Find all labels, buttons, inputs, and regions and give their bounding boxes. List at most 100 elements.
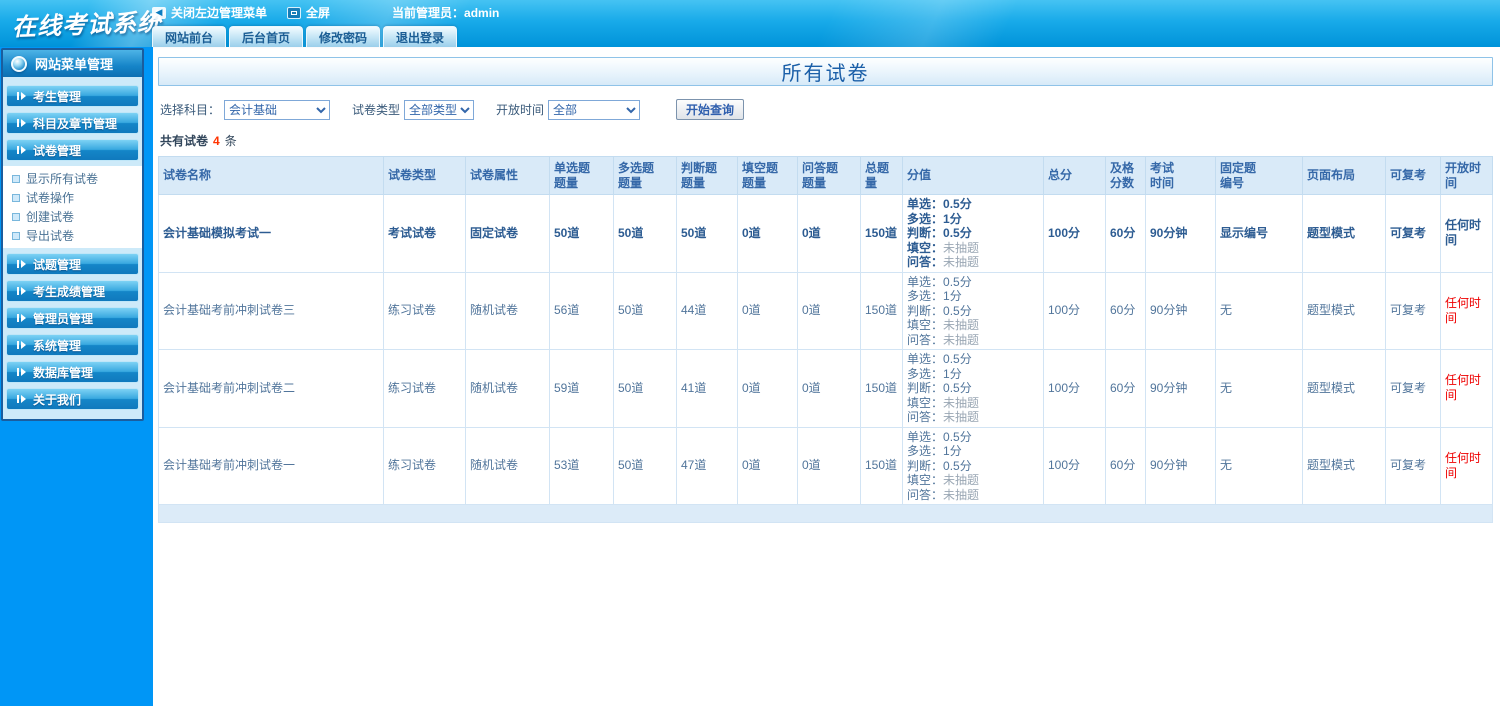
sidebar-subitem-5[interactable]: 创建试卷: [3, 207, 142, 226]
open-time-select[interactable]: 全部: [548, 99, 641, 120]
play-icon: [17, 119, 26, 127]
play-icon: [17, 395, 26, 403]
sidebar-subitem-6[interactable]: 导出试卷: [3, 226, 142, 245]
sidebar-menu-panel: 网站菜单管理 考生管理科目及章节管理试卷管理显示所有试卷试卷操作 创建试卷 导出试卷…: [1, 48, 144, 421]
cell-paper-name: 会计基础模拟考试一: [158, 194, 384, 273]
col-header-page-layout: 页面布局: [1302, 156, 1386, 195]
sidebar-item-label: 关于我们: [33, 392, 82, 407]
cell-paper-attr: 随机试卷: [465, 271, 550, 350]
tab-change-password[interactable]: 修改密码: [306, 26, 381, 47]
sidebar-item-label: 科目及章节管理: [33, 116, 118, 131]
cell-total-count: 150道: [860, 349, 903, 428]
cell-fixed-number: 无: [1215, 271, 1303, 350]
sidebar-item-12[interactable]: 关于我们: [6, 388, 139, 410]
cell-total-score: 100分: [1043, 349, 1106, 428]
sidebar-item-8[interactable]: 考生成绩管理: [6, 280, 139, 302]
cell-fixed-number: 无: [1215, 426, 1303, 505]
cell-multi-count: 50道: [613, 426, 677, 505]
square-icon: [12, 231, 20, 240]
sidebar-header: 网站菜单管理: [3, 50, 142, 77]
sidebar-subitem-4[interactable]: 试卷操作: [3, 188, 142, 207]
sidebar-item-9[interactable]: 管理员管理: [6, 307, 139, 329]
col-header-qa-count: 问答题 题量: [797, 156, 861, 195]
page-title-bar: 所有试卷: [158, 57, 1493, 86]
cell-total-score: 100分: [1043, 426, 1106, 505]
cell-paper-type: 练习试卷: [383, 271, 466, 350]
sidebar-items: 考生管理科目及章节管理试卷管理显示所有试卷试卷操作 创建试卷 导出试卷试题管理考生成…: [3, 77, 142, 419]
cell-single-count: 56道: [549, 271, 614, 350]
col-header-judge-count: 判断题 题量: [676, 156, 738, 195]
sidebar-item-label: 数据库管理: [33, 365, 94, 380]
fullscreen-icon: [287, 6, 302, 19]
sidebar-item-label: 系统管理: [33, 338, 82, 353]
table-row: 会计基础模拟考试一 考试试卷 固定试卷 50道 50道 50道 0道 0道 150道 单选：0.5…: [158, 194, 1493, 273]
app-logo: 在线考试系统: [11, 7, 163, 42]
cell-open-time: 任何时间: [1440, 194, 1493, 273]
sidebar-submenu: 显示所有试卷试卷操作 创建试卷 导出试卷: [3, 166, 142, 248]
cell-paper-type: 练习试卷: [383, 349, 466, 428]
sidebar-item-label: 管理员管理: [33, 311, 94, 326]
cell-fixed-number: 显示编号: [1215, 194, 1303, 273]
col-header-open-time: 开放时间: [1440, 156, 1493, 195]
tab-logout[interactable]: 退出登录: [383, 26, 458, 47]
close-left-menu-label: 关闭左边管理菜单: [171, 6, 268, 20]
sidebar: 网站菜单管理 考生管理科目及章节管理试卷管理显示所有试卷试卷操作 创建试卷 导出试卷…: [0, 47, 153, 706]
sidebar-item-label: 试题管理: [33, 257, 82, 272]
cell-pass-score: 60分: [1105, 349, 1146, 428]
cell-page-layout: 题型模式: [1302, 194, 1386, 273]
sidebar-item-label: 考生管理: [33, 89, 82, 104]
close-left-menu-button[interactable]: ◀ 关闭左边管理菜单: [152, 4, 267, 21]
play-icon: [17, 341, 26, 349]
cell-retake: 可复考: [1385, 271, 1441, 350]
cell-paper-attr: 随机试卷: [465, 426, 550, 505]
cell-paper-name: 会计基础考前冲刺试卷三: [158, 271, 384, 350]
cell-page-layout: 题型模式: [1302, 271, 1386, 350]
cell-retake: 可复考: [1385, 194, 1441, 273]
cell-qa-count: 0道: [797, 349, 861, 428]
cell-paper-attr: 固定试卷: [465, 194, 550, 273]
cell-judge-count: 41道: [676, 349, 738, 428]
play-icon: [17, 314, 26, 322]
tab-admin-home[interactable]: 后台首页: [229, 26, 304, 47]
cell-retake: 可复考: [1385, 426, 1441, 505]
cell-exam-duration: 90分钟: [1145, 426, 1216, 505]
col-header-paper-attr: 试卷属性: [465, 156, 550, 195]
tab-site-front[interactable]: 网站前台: [152, 26, 227, 47]
sidebar-item-1[interactable]: 科目及章节管理: [6, 112, 139, 134]
cell-exam-duration: 90分钟: [1145, 349, 1216, 428]
cell-total-score: 100分: [1043, 194, 1106, 273]
subject-label: 选择科目：: [160, 103, 221, 117]
sidebar-item-10[interactable]: 系统管理: [6, 334, 139, 356]
collapse-left-icon: ◀: [152, 6, 166, 19]
paper-type-select[interactable]: 全部类型: [404, 99, 475, 120]
cell-exam-duration: 90分钟: [1145, 271, 1216, 350]
sidebar-item-11[interactable]: 数据库管理: [6, 361, 139, 383]
cell-single-count: 50道: [549, 194, 614, 273]
cell-single-count: 53道: [549, 426, 614, 505]
cell-page-layout: 题型模式: [1302, 349, 1386, 428]
sidebar-item-2[interactable]: 试卷管理: [6, 139, 139, 161]
square-icon: [12, 174, 20, 183]
cell-pass-score: 60分: [1105, 271, 1146, 350]
cell-score-values: 单选：0.5分 多选：1分 判断：0.5分 填空：未抽题 问答：未抽题: [902, 426, 1044, 505]
sidebar-item-7[interactable]: 试题管理: [6, 253, 139, 275]
sidebar-subitem-label: 显示所有试卷: [26, 172, 99, 186]
cell-paper-name: 会计基础考前冲刺试卷一: [158, 426, 384, 505]
fullscreen-button[interactable]: 全屏: [287, 4, 330, 21]
sidebar-item-0[interactable]: 考生管理: [6, 85, 139, 107]
result-count: 共有试卷 4 条: [160, 132, 1493, 149]
search-button[interactable]: 开始查询: [676, 99, 745, 120]
main-content: 所有试卷 选择科目： 会计基础 试卷类型 全部类型 开放时间 全部 开始查询 共…: [153, 47, 1500, 706]
col-header-pass-score: 及格 分数: [1105, 156, 1146, 195]
cell-pass-score: 60分: [1105, 194, 1146, 273]
cell-judge-count: 47道: [676, 426, 738, 505]
cell-total-count: 150道: [860, 271, 903, 350]
col-header-exam-duration: 考试 时间: [1145, 156, 1216, 195]
cell-paper-attr: 随机试卷: [465, 349, 550, 428]
papers-table: 试卷名称 试卷类型 试卷属性 单选题 题量 多选题 题量 判断题 题量 填空题 题量 问答题 …: [158, 156, 1493, 523]
cell-multi-count: 50道: [613, 194, 677, 273]
sidebar-subitem-3[interactable]: 显示所有试卷: [3, 169, 142, 188]
subject-select[interactable]: 会计基础: [224, 99, 331, 120]
square-icon: [12, 212, 20, 221]
top-bar: 在线考试系统 ◀ 关闭左边管理菜单 全屏 当前管理员：admin 网站前台 后台…: [0, 0, 1500, 47]
